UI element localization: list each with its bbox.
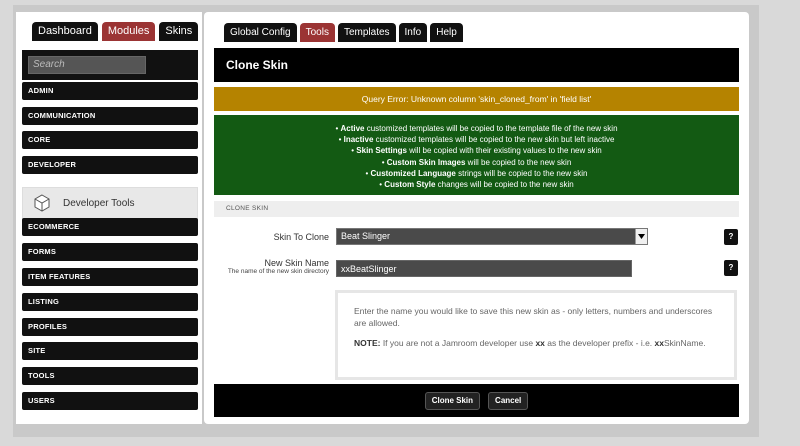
- sidebar-item-label: Developer Tools: [63, 197, 135, 209]
- info-line: • Skin Settings will be copied with thei…: [351, 146, 602, 156]
- sidebar-item-profiles[interactable]: PROFILES: [22, 318, 198, 336]
- sidebar-search: [22, 50, 198, 80]
- sidebar-item-ecommerce[interactable]: ECOMMERCE: [22, 218, 198, 236]
- tab-tools[interactable]: Tools: [299, 23, 335, 42]
- info-line: • Custom Skin Images will be copied to t…: [381, 157, 572, 167]
- help-paragraph: Enter the name you would like to save th…: [354, 306, 713, 328]
- new-skin-name-title: New Skin Name: [264, 258, 329, 268]
- skin-to-clone-select[interactable]: Beat Slinger: [336, 228, 648, 245]
- cancel-button[interactable]: Cancel: [488, 391, 529, 410]
- sidebar-item-admin[interactable]: ADMIN: [22, 82, 198, 100]
- sidebar-item-core[interactable]: CORE: [22, 131, 198, 149]
- info-line: • Custom Style changes will be copied to…: [379, 180, 574, 190]
- main-panel: Global Config Tools Templates Info Help …: [204, 12, 749, 424]
- sidebar-item-users[interactable]: USERS: [22, 392, 198, 410]
- sidebar-item-developer-tools[interactable]: Developer Tools: [22, 187, 198, 219]
- new-skin-name-sub: The name of the new skin directory: [227, 268, 329, 275]
- sidebar: Dashboard Modules Skins ADMIN COMMUNICAT…: [16, 12, 202, 424]
- skin-to-clone-label: Skin To Clone: [273, 232, 329, 242]
- sidebar-item-item-features[interactable]: ITEM FEATURES: [22, 268, 198, 286]
- sidebar-item-site[interactable]: SITE: [22, 342, 198, 360]
- tab-global-config[interactable]: Global Config: [224, 23, 297, 42]
- search-input[interactable]: [28, 55, 146, 74]
- info-line: • Customized Language strings will be co…: [365, 168, 588, 178]
- new-skin-name-input[interactable]: [336, 260, 632, 277]
- chevron-down-icon[interactable]: [635, 229, 647, 244]
- tab-skins[interactable]: Skins: [159, 22, 199, 41]
- tab-help[interactable]: Help: [430, 23, 463, 42]
- clone-skin-button[interactable]: Clone Skin: [424, 391, 481, 410]
- help-text-box: Enter the name you would like to save th…: [335, 290, 737, 380]
- new-skin-name-label: New Skin Name The name of the new skin d…: [228, 258, 329, 275]
- tab-dashboard[interactable]: Dashboard: [32, 22, 98, 41]
- section-header: CLONE SKIN: [214, 201, 739, 217]
- form-actions: Clone Skin Cancel: [214, 384, 739, 417]
- info-notice: • Active customized templates will be co…: [214, 115, 739, 195]
- module-tabs: Global Config Tools Templates Info Help: [224, 23, 463, 42]
- error-message: Query Error: Unknown column 'skin_cloned…: [214, 87, 739, 111]
- sidebar-item-tools[interactable]: TOOLS: [22, 367, 198, 385]
- page-title: Clone Skin: [214, 48, 739, 82]
- sidebar-item-developer[interactable]: DEVELOPER: [22, 156, 198, 174]
- select-value: Beat Slinger: [341, 231, 391, 241]
- skin-to-clone-help-button[interactable]: ?: [724, 229, 738, 245]
- sidebar-item-listing[interactable]: LISTING: [22, 293, 198, 311]
- help-note: NOTE: If you are not a Jamroom developer…: [354, 338, 706, 348]
- top-tabs: Dashboard Modules Skins: [32, 22, 199, 41]
- tab-info[interactable]: Info: [398, 23, 428, 42]
- new-skin-name-help-button[interactable]: ?: [724, 260, 738, 276]
- sidebar-item-communication[interactable]: COMMUNICATION: [22, 107, 198, 125]
- info-line: • Active customized templates will be co…: [335, 124, 618, 133]
- tab-modules[interactable]: Modules: [101, 22, 156, 41]
- info-line: • Inactive customized templates will be …: [338, 135, 615, 145]
- sidebar-item-forms[interactable]: FORMS: [22, 243, 198, 261]
- cube-icon: [29, 190, 55, 216]
- tab-templates[interactable]: Templates: [337, 23, 396, 42]
